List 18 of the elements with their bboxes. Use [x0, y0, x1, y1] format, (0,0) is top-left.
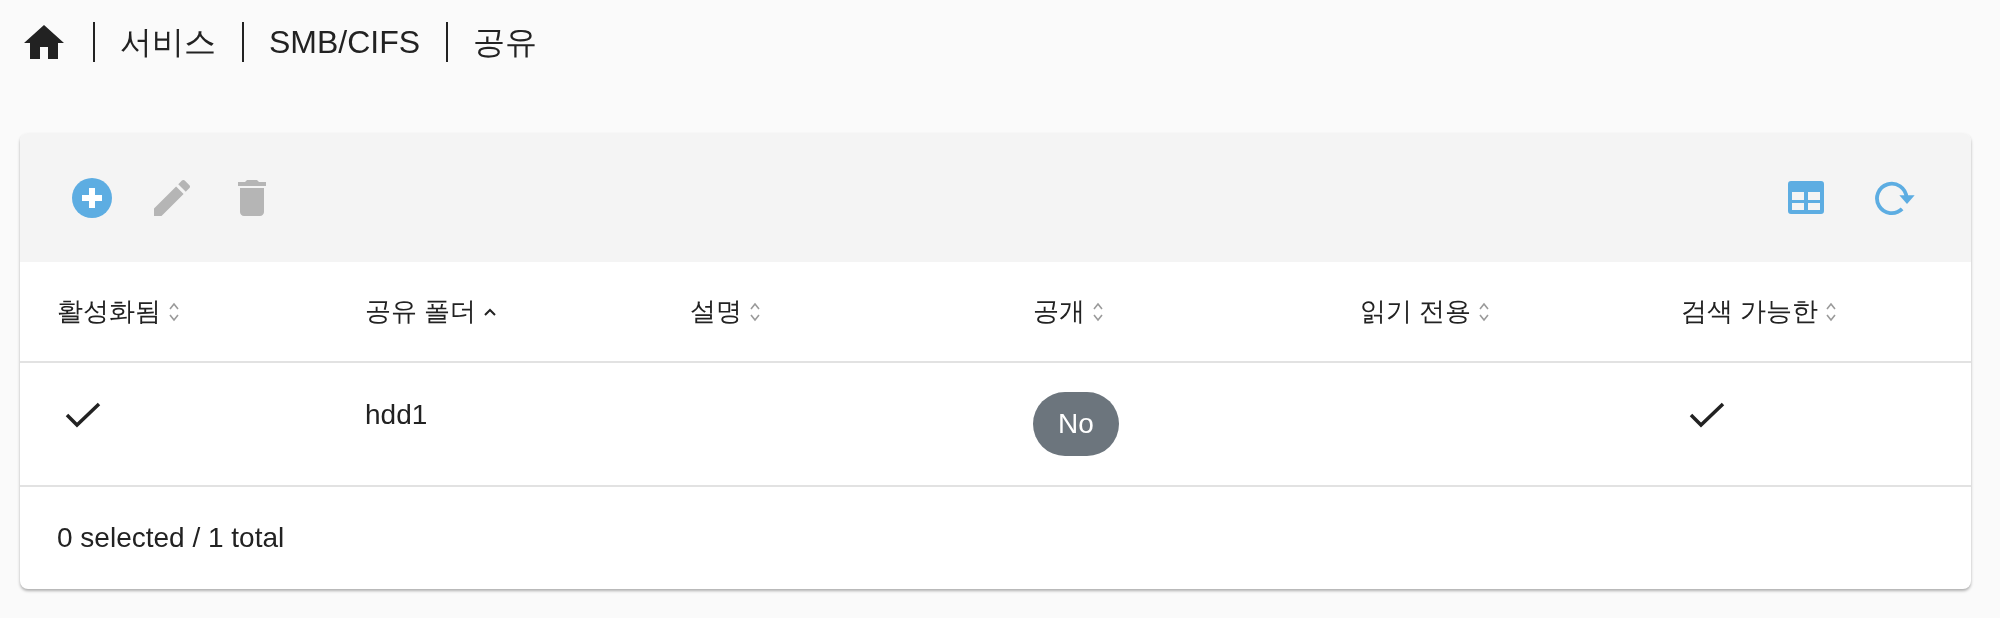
plus-circle-icon [72, 177, 112, 218]
breadcrumb-link[interactable]: SMB/CIFS [269, 22, 421, 62]
selection-summary: 0 selected / 1 total [57, 521, 285, 555]
table-cell: hdd1 [328, 362, 653, 486]
breadcrumb-current: 공유 [473, 23, 538, 62]
column-header[interactable]: 설명 [690, 292, 760, 331]
breadcrumb-link[interactable]: 서비스 [120, 22, 216, 62]
pencil-icon [154, 179, 190, 216]
refresh-icon [1874, 179, 1916, 216]
trash-icon [238, 179, 266, 216]
column-header[interactable]: 읽기 전용 [1360, 292, 1490, 331]
column-header[interactable]: 검색 가능한 [1681, 292, 1837, 331]
column-header[interactable]: 공개 [1033, 292, 1103, 331]
home-icon[interactable] [24, 25, 64, 59]
column-header[interactable]: 공유 폴더 [365, 292, 497, 331]
column-header[interactable]: 활성화됨 [57, 292, 179, 331]
table-icon [1788, 181, 1824, 214]
status-badge: No [1033, 392, 1119, 456]
